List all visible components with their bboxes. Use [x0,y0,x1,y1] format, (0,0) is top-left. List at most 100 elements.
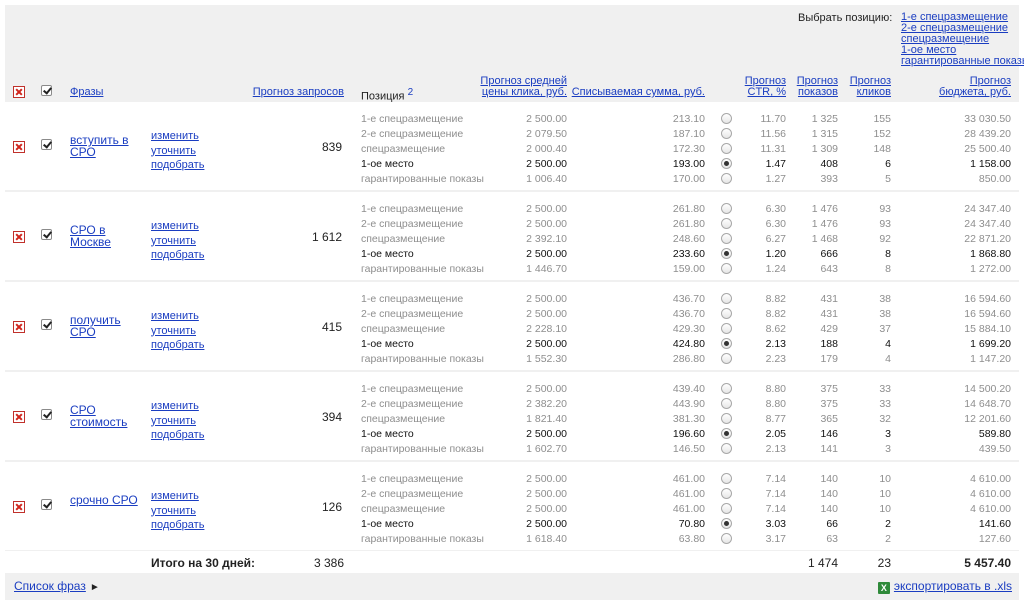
clicks-forecast: 32 [879,413,891,425]
phrase-group: срочно СРО изменить уточнить подобрать 126 1-… [5,462,1019,550]
clicks-forecast: 6 [885,158,891,170]
position-radio[interactable] [721,263,732,274]
budget-forecast: 16 594.60 [964,293,1011,305]
avg-click-price: 2 500.00 [526,383,567,395]
position-row: 2-е спецразмещение 2 500.00 261.80 6.30 1 47… [5,218,1019,233]
budget-forecast: 850.00 [978,173,1011,185]
excel-icon: X [877,582,890,594]
col-position-help-link[interactable]: 2 [408,87,414,98]
position-radio[interactable] [721,233,732,244]
position-radio[interactable] [721,413,732,424]
position-name: 2-е спецразмещение [361,398,464,410]
budget-forecast: 12 201.60 [964,413,1011,425]
ctr-forecast: 8.62 [765,323,786,335]
choose-position-label: Выбрать позицию: [798,12,893,24]
col-amount-header[interactable]: Списываемая сумма, руб. [572,87,705,98]
position-radio[interactable] [721,308,732,319]
shows-forecast: 63 [826,533,838,545]
shows-forecast: 1 476 [811,203,838,215]
clicks-forecast: 8 [885,263,891,275]
position-name: 1-е спецразмещение [361,293,464,305]
col-shows-header[interactable]: Прогноз показов [797,76,838,98]
export-xls-label[interactable]: экспортировать в .xls [894,579,1012,593]
charged-amount: 233.60 [672,248,705,260]
position-radio[interactable] [721,443,732,454]
col-avg-price-header[interactable]: Прогноз средней цены клика, руб. [480,76,567,98]
ctr-forecast: 7.14 [765,488,786,500]
col-budget-header[interactable]: Прогноз бюджета, руб. [939,76,1011,98]
delete-all-icon[interactable] [13,86,25,98]
position-radio[interactable] [721,518,732,529]
position-radio[interactable] [721,428,732,439]
charged-amount: 213.10 [672,113,705,125]
clicks-forecast: 4 [885,353,891,365]
shows-forecast: 146 [820,428,838,440]
shows-forecast: 66 [826,518,838,530]
export-xls-link[interactable]: Xэкспортировать в .xls [877,579,1012,594]
position-radio[interactable] [721,128,732,139]
choose-position-option[interactable]: гарантированные показы [901,56,1024,67]
phrase-list-label[interactable]: Список фраз [14,579,86,593]
position-radio[interactable] [721,338,732,349]
position-radio[interactable] [721,203,732,214]
ctr-forecast: 8.82 [765,293,786,305]
budget-forecast: 14 648.70 [964,398,1011,410]
charged-amount: 286.80 [672,353,705,365]
shows-forecast: 141 [820,443,838,455]
phrase-list-link[interactable]: Список фраз ► [14,579,100,593]
ctr-forecast: 3.17 [765,533,786,545]
col-clicks-header[interactable]: Прогноз кликов [850,76,891,98]
avg-click-price: 2 500.00 [526,203,567,215]
col-budget-line2: бюджета, руб. [939,86,1011,98]
clicks-forecast: 5 [885,173,891,185]
shows-forecast: 375 [820,398,838,410]
position-radio[interactable] [721,488,732,499]
avg-click-price: 2 500.00 [526,293,567,305]
col-ctr-header[interactable]: Прогноз CTR, % [745,76,786,98]
clicks-forecast: 8 [885,248,891,260]
avg-click-price: 1 602.70 [526,443,567,455]
position-name: 1-е спецразмещение [361,383,464,395]
avg-click-price: 2 000.40 [526,143,567,155]
charged-amount: 461.00 [672,503,705,515]
budget-forecast: 24 347.40 [964,218,1011,230]
col-queries-header[interactable]: Прогноз запросов [253,87,344,98]
position-radio[interactable] [721,383,732,394]
position-radio[interactable] [721,473,732,484]
ctr-forecast: 8.82 [765,308,786,320]
charged-amount: 146.50 [672,443,705,455]
total-shows: 1 474 [807,556,838,570]
position-radio[interactable] [721,173,732,184]
shows-forecast: 1 476 [811,218,838,230]
position-radio[interactable] [721,218,732,229]
budget-forecast: 28 439.20 [964,128,1011,140]
avg-click-price: 1 006.40 [526,173,567,185]
clicks-forecast: 2 [885,533,891,545]
select-all-checkbox[interactable] [41,85,52,96]
choose-position-list: 1-е спецразмещение 2-е спецразмещение сп… [901,12,1024,67]
position-radio[interactable] [721,113,732,124]
budget-forecast: 1 272.00 [970,263,1011,275]
position-radio[interactable] [721,323,732,334]
position-radio[interactable] [721,143,732,154]
position-row: 1-е спецразмещение 2 500.00 461.00 7.14 140 1… [5,473,1019,488]
clicks-forecast: 38 [879,308,891,320]
position-radio[interactable] [721,533,732,544]
clicks-forecast: 93 [879,218,891,230]
position-radio[interactable] [721,248,732,259]
position-row: 1-е спецразмещение 2 500.00 436.70 8.82 431 3… [5,293,1019,308]
play-arrow-icon: ► [89,582,100,593]
position-row: 2-е спецразмещение 2 500.00 461.00 7.14 140 1… [5,488,1019,503]
table-header: Выбрать позицию: 1-е спецразмещение 2-е … [5,5,1024,102]
ctr-forecast: 8.77 [765,413,786,425]
position-radio[interactable] [721,293,732,304]
position-radio[interactable] [721,503,732,514]
position-radio[interactable] [721,398,732,409]
position-name: гарантированные показы [361,173,484,185]
position-radio[interactable] [721,353,732,364]
position-radio[interactable] [721,158,732,169]
avg-click-price: 2 382.20 [526,398,567,410]
clicks-forecast: 3 [885,428,891,440]
col-phrases-header[interactable]: Фразы [70,87,103,98]
phrase-group: СРО стоимость изменить уточнить подобрать 39… [5,372,1019,460]
